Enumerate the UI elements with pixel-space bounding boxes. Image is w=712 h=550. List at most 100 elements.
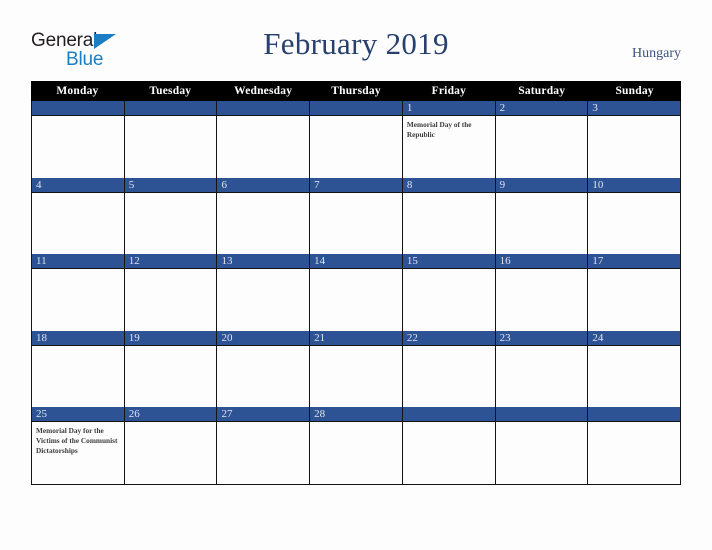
day-event-label	[496, 422, 588, 426]
day-cell[interactable]: 15	[402, 254, 496, 331]
day-number: 15	[406, 255, 418, 268]
day-number: 3	[592, 102, 598, 114]
day-cell[interactable]: 21	[310, 330, 403, 408]
day-number-band: 15	[402, 254, 495, 270]
day-cell[interactable]: 25 Memorial Day for the Victims of the Co…	[32, 407, 125, 485]
day-event-label	[496, 193, 588, 197]
day-event-label	[310, 116, 402, 120]
calendar-weeks: 1 Memorial Day of the Republic 2 3 4 5 6 …	[31, 101, 681, 486]
day-number: 8	[406, 178, 413, 191]
calendar-week-row: 18 19 20 21 22 23 24	[32, 330, 681, 408]
weekday-header-sunday: Sunday	[615, 85, 654, 97]
day-cell[interactable]: 22	[402, 330, 496, 408]
calendar-week-row: 25 Memorial Day for the Victims of the Co…	[32, 407, 681, 485]
day-cell[interactable]: 14	[310, 254, 403, 331]
day-event-label	[217, 422, 309, 426]
weekday-header-tuesday: Tuesday	[149, 85, 192, 97]
day-number-band: 24	[588, 330, 681, 346]
calendar-week-row: 4 5 6 7 8 9 10	[32, 177, 681, 255]
day-cell[interactable]: 19	[124, 330, 218, 408]
day-cell[interactable]: 3	[588, 101, 681, 178]
day-cell[interactable]: 16	[495, 254, 589, 331]
day-number-band	[217, 101, 310, 116]
day-event-label	[496, 116, 588, 120]
day-number-band: 19	[124, 330, 217, 346]
day-cell[interactable]: 11	[32, 254, 125, 331]
day-cell[interactable]	[217, 101, 311, 178]
day-number-band: 21	[310, 330, 402, 346]
day-event-label	[403, 422, 495, 426]
day-event-label	[125, 346, 217, 350]
day-number-band: 2	[495, 101, 588, 116]
day-event-label	[32, 116, 124, 120]
day-cell[interactable]: 9	[495, 177, 589, 255]
day-number: 21	[314, 331, 326, 344]
day-cell[interactable]: 10	[588, 177, 681, 255]
day-number-band: 8	[402, 177, 495, 193]
day-number-band: 6	[217, 177, 310, 193]
day-number-band: 17	[588, 254, 681, 270]
country-label: Hungary	[632, 46, 681, 61]
day-cell[interactable]: 1 Memorial Day of the Republic	[402, 101, 496, 178]
day-cell[interactable]	[495, 407, 589, 485]
day-event-label	[496, 269, 588, 273]
day-cell[interactable]	[124, 101, 218, 178]
day-cell[interactable]: 5	[124, 177, 218, 255]
day-event-label: Memorial Day for the Victims of the Comm…	[36, 426, 118, 455]
day-number-band: 5	[124, 177, 217, 193]
day-number-band: 20	[217, 330, 310, 346]
day-number-band: 12	[124, 254, 217, 270]
day-number-band: 10	[588, 177, 681, 193]
day-event-label	[310, 422, 402, 426]
weekday-header-friday: Friday	[431, 85, 467, 97]
day-cell[interactable]: 4	[32, 177, 125, 255]
day-number-band: 28	[310, 407, 402, 423]
day-cell[interactable]: 28	[310, 407, 403, 485]
day-cell[interactable]: 8	[402, 177, 496, 255]
day-event-label	[496, 346, 588, 350]
day-number: 7	[314, 178, 320, 191]
day-cell[interactable]: 12	[124, 254, 218, 331]
day-event-label	[588, 346, 680, 350]
day-event-label	[217, 269, 309, 273]
day-cell[interactable]	[588, 407, 681, 485]
day-cell[interactable]	[32, 101, 125, 178]
day-number-band: 25	[32, 407, 124, 423]
day-number: 11	[36, 255, 47, 268]
day-cell[interactable]	[310, 101, 403, 178]
day-cell[interactable]: 7	[310, 177, 403, 255]
day-cell[interactable]: 17	[588, 254, 681, 331]
day-number-band: 27	[217, 407, 310, 423]
day-number: 16	[499, 255, 511, 268]
day-number-band: 22	[402, 330, 495, 346]
weekday-header-monday: Monday	[56, 85, 99, 97]
day-number: 20	[221, 331, 233, 344]
day-number-band: 4	[32, 177, 124, 193]
day-cell[interactable]: 13	[217, 254, 311, 331]
day-event-label	[32, 346, 124, 350]
day-number: 14	[314, 255, 326, 268]
day-number: 2	[499, 102, 506, 114]
day-number-band: 1	[402, 101, 495, 116]
day-cell[interactable]: 24	[588, 330, 681, 408]
day-number: 12	[128, 255, 140, 268]
weekday-header-thursday: Thursday	[331, 85, 381, 97]
day-cell[interactable]: 23	[495, 330, 589, 408]
day-number-band	[124, 101, 217, 116]
day-event-label	[588, 269, 680, 273]
day-number: 5	[128, 178, 135, 191]
day-cell[interactable]: 6	[217, 177, 311, 255]
day-event-label	[32, 193, 124, 197]
day-event-label	[125, 193, 217, 197]
day-cell[interactable]: 26	[124, 407, 218, 485]
day-cell[interactable]	[402, 407, 496, 485]
day-number-band: 11	[32, 254, 124, 270]
day-cell[interactable]: 20	[217, 330, 311, 408]
day-number-band: 7	[310, 177, 402, 193]
day-cell[interactable]: 2	[495, 101, 589, 178]
day-event-label	[217, 346, 309, 350]
day-cell[interactable]: 18	[32, 330, 125, 408]
day-cell[interactable]: 27	[217, 407, 311, 485]
day-event-label	[588, 193, 680, 197]
day-event-label	[588, 422, 680, 426]
